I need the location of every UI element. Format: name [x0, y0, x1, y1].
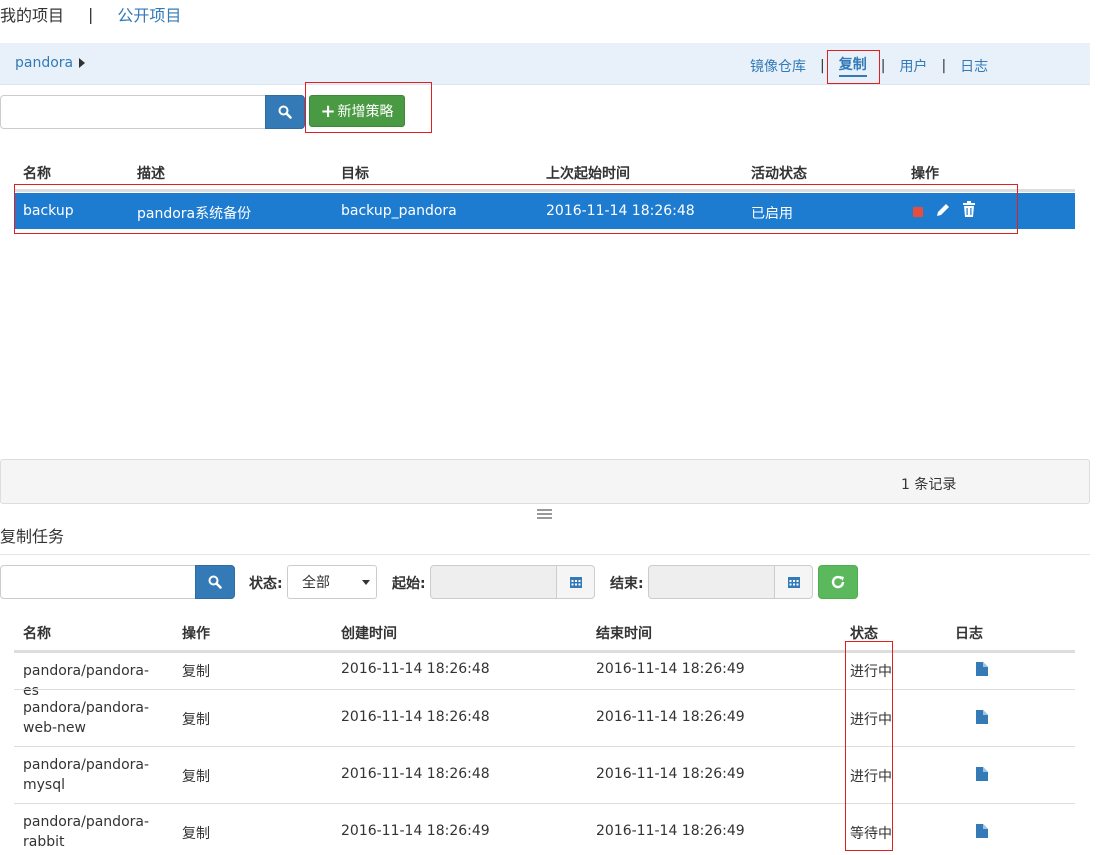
- status-filter-label: 状态:: [249, 576, 283, 592]
- refresh-icon: [831, 575, 845, 589]
- record-count: 1 条记录: [901, 477, 957, 493]
- job-operation: 复制: [182, 664, 210, 680]
- column-header[interactable]: 名称: [23, 163, 51, 183]
- start-date-button[interactable]: [556, 565, 595, 599]
- tab-separator: |: [88, 4, 94, 24]
- highlight-box: [14, 184, 1018, 234]
- refresh-button[interactable]: [818, 565, 858, 599]
- subnav-logs[interactable]: 日志: [960, 56, 988, 76]
- job-created: 2016-11-14 18:26:48: [341, 661, 490, 677]
- top-tabs: 我的项目 | 公开项目: [0, 2, 181, 26]
- subnav-repositories[interactable]: 镜像仓库: [750, 56, 806, 76]
- grip-icon[interactable]: [537, 509, 552, 521]
- search-icon: [208, 575, 222, 589]
- job-operation: 复制: [182, 769, 210, 785]
- file-icon[interactable]: [976, 710, 988, 728]
- job-created: 2016-11-14 18:26:48: [341, 709, 490, 725]
- search-icon: [278, 105, 292, 119]
- tab-public-projects[interactable]: 公开项目: [117, 2, 181, 26]
- job-created: 2016-11-14 18:26:49: [341, 823, 490, 839]
- highlight-box: [827, 50, 880, 84]
- subnav-separator: |: [820, 57, 825, 74]
- row-divider: [14, 803, 1075, 804]
- breadcrumb-bar: pandora 镜像仓库 | 复制 | 用户 | 日志: [0, 43, 1090, 85]
- job-name: pandora/pandora-es: [23, 663, 150, 699]
- highlight-box: [305, 82, 432, 133]
- column-header[interactable]: 目标: [341, 163, 369, 183]
- pagination-bar: 1 条记录: [0, 459, 1090, 504]
- section-title: 复制任务: [0, 527, 65, 546]
- job-name: pandora/pandora-web-new: [23, 700, 150, 736]
- chevron-down-icon: [362, 580, 370, 585]
- column-header[interactable]: 名称: [23, 623, 51, 643]
- breadcrumb-project[interactable]: pandora: [15, 55, 73, 71]
- caret-right-icon: [79, 58, 86, 68]
- highlight-box: [845, 641, 893, 851]
- subnav-users[interactable]: 用户: [899, 56, 927, 76]
- job-search-button[interactable]: [195, 565, 235, 599]
- start-date-label: 起始:: [392, 576, 426, 592]
- section-divider: [0, 554, 1090, 555]
- job-ended: 2016-11-14 18:26:49: [596, 661, 745, 677]
- end-date-input[interactable]: [648, 565, 775, 599]
- subnav-separator: |: [941, 57, 947, 74]
- policy-search-button[interactable]: [265, 95, 305, 129]
- table-header-divider: [14, 650, 1075, 653]
- subnav-separator: |: [880, 57, 886, 74]
- job-ended: 2016-11-14 18:26:49: [596, 709, 745, 725]
- column-header[interactable]: 上次起始时间: [546, 163, 630, 183]
- end-date-button[interactable]: [774, 565, 813, 599]
- job-name: pandora/pandora-rabbit: [23, 814, 150, 850]
- job-operation: 复制: [182, 826, 210, 842]
- status-select[interactable]: 全部: [287, 565, 377, 599]
- file-icon[interactable]: [976, 767, 988, 785]
- column-header[interactable]: 描述: [137, 163, 165, 183]
- start-date-input[interactable]: [430, 565, 557, 599]
- column-header: 日志: [955, 626, 983, 642]
- column-header[interactable]: 结束时间: [596, 623, 652, 643]
- calendar-icon: [569, 577, 582, 588]
- column-header[interactable]: 创建时间: [341, 623, 397, 643]
- column-header: 操作: [911, 166, 939, 182]
- column-header[interactable]: 状态: [850, 623, 878, 643]
- end-date-label: 结束:: [610, 576, 644, 592]
- job-ended: 2016-11-14 18:26:49: [596, 766, 745, 782]
- tab-my-projects[interactable]: 我的项目: [0, 2, 64, 26]
- column-header[interactable]: 活动状态: [751, 163, 807, 183]
- policy-search-input[interactable]: [0, 95, 266, 129]
- job-created: 2016-11-14 18:26:48: [341, 766, 490, 782]
- row-divider: [14, 746, 1075, 747]
- job-search-input[interactable]: [0, 565, 196, 599]
- file-icon[interactable]: [976, 662, 988, 680]
- status-select-value: 全部: [302, 575, 330, 591]
- calendar-icon: [787, 577, 800, 588]
- job-operation: 复制: [182, 712, 210, 728]
- job-name: pandora/pandora-mysql: [23, 757, 150, 793]
- column-header[interactable]: 操作: [182, 623, 210, 643]
- file-icon[interactable]: [976, 824, 988, 842]
- job-ended: 2016-11-14 18:26:49: [596, 823, 745, 839]
- row-divider: [14, 689, 1075, 690]
- breadcrumb[interactable]: pandora: [15, 55, 86, 71]
